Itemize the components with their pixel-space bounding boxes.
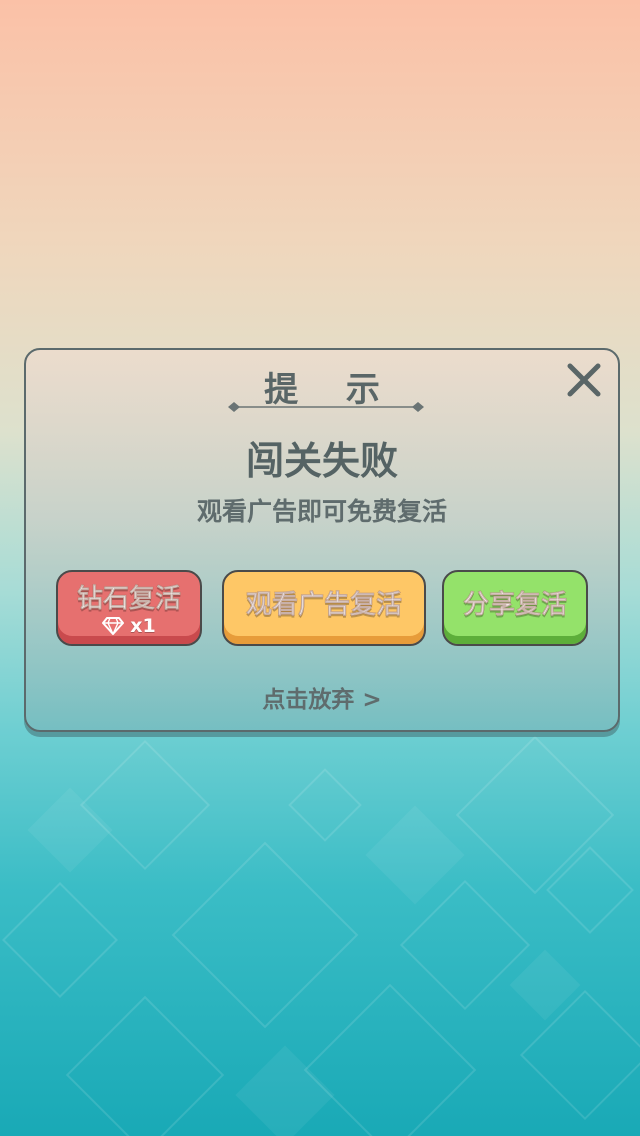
diamond-cost: x1 — [58, 615, 200, 637]
revive-dialog: 提 示 闯关失败 观看广告即可免费复活 钻石复活 x1 观看广告复活 分享复活 … — [24, 348, 620, 732]
give-up-link[interactable]: 点击放弃 > — [26, 680, 618, 714]
share-revive-button[interactable]: 分享复活 — [442, 570, 588, 646]
title-divider — [228, 402, 424, 412]
share-revive-label: 分享复活 — [462, 590, 568, 621]
diamond-cost-value: x1 — [130, 615, 156, 637]
diamond-revive-label: 钻石复活 — [76, 584, 182, 615]
close-button[interactable] — [564, 360, 604, 400]
gem-icon — [102, 617, 125, 635]
diamond-revive-button[interactable]: 钻石复活 x1 — [56, 570, 202, 646]
level-failed-heading: 闯关失败 — [245, 439, 398, 483]
close-icon — [567, 363, 601, 397]
watch-ad-revive-label: 观看广告复活 — [245, 590, 403, 621]
watch-ad-revive-button[interactable]: 观看广告复活 — [222, 570, 426, 646]
revive-hint-text: 观看广告即可免费复活 — [196, 497, 447, 526]
